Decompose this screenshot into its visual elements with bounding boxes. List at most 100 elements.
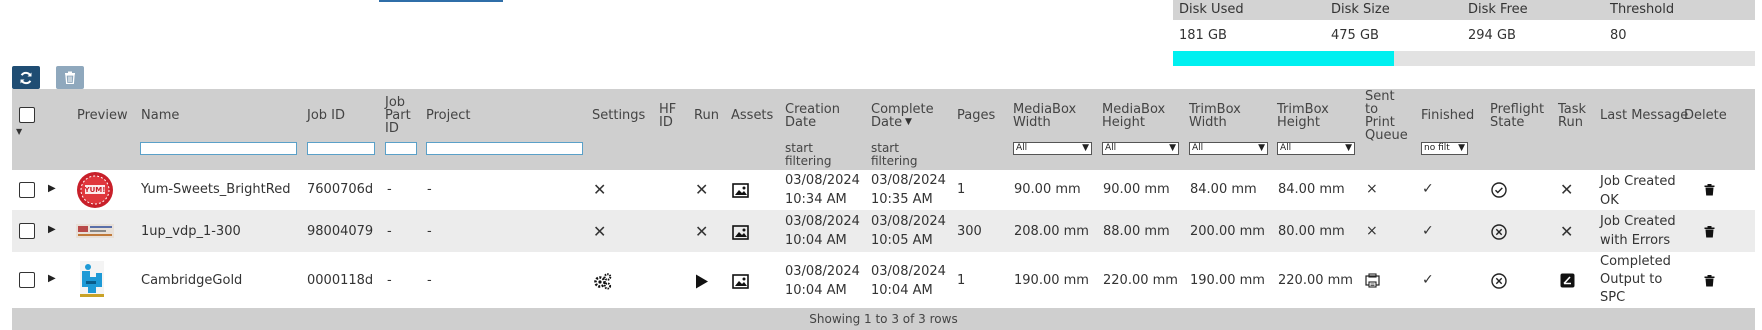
mediabox-width: 90.00 mm (1014, 182, 1081, 197)
task-run-none-icon: ✕ (1560, 180, 1574, 199)
creation-date: 03/08/2024 10:04 AM (785, 264, 860, 298)
preflight-error-icon (1490, 272, 1507, 289)
job-part-id-filter-input[interactable] (385, 142, 417, 155)
run-none-icon: ✕ (695, 222, 709, 241)
col-trimbox-height[interactable]: TrimBox Height (1277, 103, 1329, 129)
col-creation-date[interactable]: Creation Date (785, 103, 840, 129)
job-thumbnail[interactable] (76, 260, 108, 298)
col-preview[interactable]: Preview (77, 109, 128, 122)
table-footer: Showing 1 to 3 of 3 rows (12, 308, 1755, 330)
col-job-id[interactable]: Job ID (307, 109, 345, 122)
mediabox-width-filter-select[interactable]: All ▼ (1013, 142, 1092, 155)
job-id-filter-input[interactable] (307, 142, 375, 155)
mediabox-height: 90.00 mm (1103, 182, 1170, 197)
col-sent-to-print-queue[interactable]: Sent to Print Queue (1365, 90, 1408, 142)
delete-row-icon[interactable] (1702, 183, 1716, 197)
col-mediabox-width[interactable]: MediaBox Width (1013, 103, 1076, 129)
mediabox-height: 88.00 mm (1103, 224, 1170, 239)
select-caret-icon: ▼ (1458, 143, 1465, 153)
col-settings[interactable]: Settings (592, 109, 645, 122)
trimbox-height-filter-select[interactable]: All ▼ (1277, 142, 1355, 155)
col-preflight-state[interactable]: Preflight State (1490, 103, 1544, 129)
row-checkbox[interactable] (19, 223, 35, 239)
threshold-value: 80 (1610, 28, 1627, 43)
delete-row-icon[interactable] (1702, 225, 1716, 239)
finished-check-icon: ✓ (1422, 181, 1434, 197)
col-hf-id[interactable]: HF ID (659, 103, 676, 129)
job-name[interactable]: 1up_vdp_1-300 (141, 224, 241, 239)
top-link-underline (379, 0, 503, 2)
svg-text:YUM!: YUM! (84, 186, 106, 194)
row-checkbox[interactable] (19, 182, 35, 198)
mediabox-height-filter-value: All (1105, 143, 1117, 153)
expand-row-icon[interactable]: ▶ (48, 224, 56, 235)
project-filter-input[interactable] (426, 142, 583, 155)
trimbox-height: 84.00 mm (1278, 182, 1345, 197)
image-icon[interactable] (731, 181, 749, 199)
trimbox-height: 80.00 mm (1278, 224, 1345, 239)
mediabox-width-filter-value: All (1016, 143, 1028, 153)
disk-size-header: Disk Size (1331, 2, 1390, 17)
expand-row-icon[interactable]: ▶ (48, 273, 56, 284)
refresh-icon (19, 71, 33, 85)
job-name[interactable]: CambridgeGold (141, 273, 242, 288)
col-project[interactable]: Project (426, 109, 470, 122)
trimbox-width-filter-select[interactable]: All ▼ (1189, 142, 1268, 155)
complete-date: 03/08/2024 10:35 AM (871, 173, 946, 207)
print-queue-icon[interactable] (1364, 272, 1380, 288)
col-mediabox-height[interactable]: MediaBox Height (1102, 103, 1165, 129)
image-icon[interactable] (731, 272, 749, 290)
trimbox-width: 190.00 mm (1190, 273, 1265, 288)
col-job-part-id[interactable]: Job Part ID (385, 96, 411, 135)
expand-row-icon[interactable]: ▶ (48, 183, 56, 194)
col-trimbox-width[interactable]: TrimBox Width (1189, 103, 1241, 129)
delete-row-icon[interactable] (1702, 274, 1716, 288)
creation-date-filter[interactable]: start filtering (785, 142, 831, 168)
job-part-id: - (387, 182, 392, 197)
job-part-id: - (387, 224, 392, 239)
col-finished[interactable]: Finished (1421, 109, 1474, 122)
job-name[interactable]: Yum-Sweets_BrightRed (141, 182, 290, 197)
mediabox-width: 190.00 mm (1014, 273, 1089, 288)
last-message: Job Created OK (1600, 174, 1676, 208)
image-icon[interactable] (731, 223, 749, 241)
col-run[interactable]: Run (694, 109, 719, 122)
finished-filter-select[interactable]: no filt ▼ (1421, 142, 1468, 155)
disk-usage-fill (1173, 51, 1395, 66)
col-task-run[interactable]: Task Run (1558, 103, 1586, 129)
complete-date-filter[interactable]: start filtering (871, 142, 917, 168)
col-assets[interactable]: Assets (731, 109, 773, 122)
task-run-icon[interactable] (1559, 272, 1575, 288)
preflight-error-icon (1490, 223, 1507, 240)
play-icon[interactable] (694, 273, 710, 289)
select-caret-icon: ▼ (1169, 143, 1176, 153)
select-all-caret-icon[interactable]: ▼ (16, 127, 22, 136)
pagination-info: Showing 1 to 3 of 3 rows (809, 312, 958, 326)
col-name[interactable]: Name (141, 109, 179, 122)
finished-check-icon: ✓ (1422, 223, 1434, 239)
project: - (427, 182, 432, 197)
project: - (427, 273, 432, 288)
col-delete[interactable]: Delete (1684, 109, 1727, 122)
select-caret-icon: ▼ (1345, 143, 1352, 153)
col-pages[interactable]: Pages (957, 109, 995, 122)
mediabox-height-filter-select[interactable]: All ▼ (1102, 142, 1179, 155)
project: - (427, 224, 432, 239)
not-sent-icon: × (1366, 181, 1378, 197)
job-thumbnail[interactable]: YUM! (76, 171, 114, 209)
finished-check-icon: ✓ (1422, 272, 1434, 288)
name-filter-input[interactable] (140, 142, 297, 155)
refresh-button[interactable] (12, 66, 40, 89)
job-id: 98004079 (307, 224, 374, 239)
delete-selected-button[interactable] (56, 66, 84, 89)
job-id: 0000118d (307, 273, 374, 288)
trimbox-height: 220.00 mm (1278, 273, 1353, 288)
gears-icon[interactable] (592, 272, 612, 290)
disk-free-header: Disk Free (1468, 2, 1528, 17)
select-all-checkbox[interactable] (19, 107, 35, 123)
col-complete-date[interactable]: Complete Date (871, 103, 934, 129)
row-checkbox[interactable] (19, 272, 35, 288)
job-thumbnail[interactable] (76, 221, 114, 241)
col-last-message[interactable]: Last Message (1600, 109, 1688, 122)
task-run-none-icon: ✕ (1560, 222, 1574, 241)
